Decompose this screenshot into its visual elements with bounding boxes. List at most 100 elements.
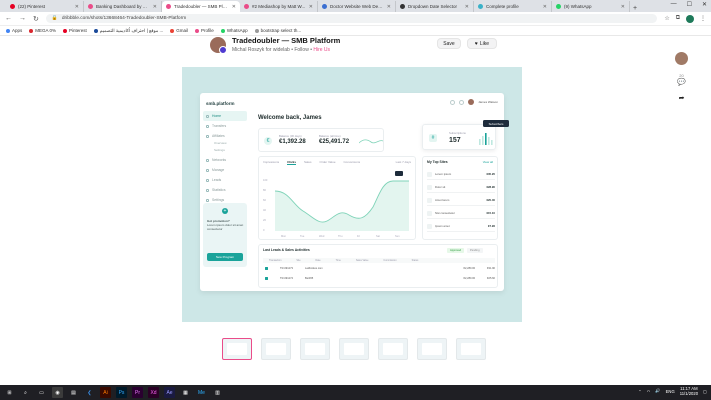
euro-icon: € [264, 137, 272, 145]
site-value: €15.10 [486, 211, 495, 215]
browser-tab[interactable]: Dropdown Date Selector ✕ [396, 1, 474, 12]
notifications-icon[interactable]: ▢ [703, 389, 707, 394]
close-tab-icon[interactable]: ✕ [75, 4, 79, 10]
balance-card: € Balance (30 days) €1,392.28 Balance (a… [258, 128, 384, 152]
search-icon[interactable]: ⌕ [20, 387, 31, 398]
lock-icon: 🔒 [51, 16, 58, 21]
browser-tab[interactable]: #2 Mediashop by Matt W... ✕ [240, 1, 318, 12]
minimize-icon[interactable]: — [671, 1, 677, 8]
comment-icon[interactable]: 💬 [677, 78, 686, 86]
forward-icon[interactable]: → [19, 15, 26, 22]
close-tab-icon[interactable]: ✕ [465, 4, 469, 10]
url-field[interactable]: 🔒 dribbble.com/shots/13668464-Tradedoubl… [45, 14, 658, 23]
save-button[interactable]: Save [437, 38, 461, 49]
bookmark-label: موقع | احتراف أكاديمية التصميم ... [99, 27, 164, 33]
close-tab-icon[interactable]: ✕ [232, 4, 236, 10]
commission-value: €25.60 [487, 276, 495, 280]
bookmark-item[interactable]: bootstrap select th... [254, 28, 301, 33]
bookmark-item[interactable]: Gmail [170, 28, 188, 33]
author-link[interactable]: Michal Roszyk [232, 47, 264, 53]
subscriptions-card: Subscribers # Subscriptions 157 [422, 120, 509, 150]
thumbnail[interactable] [378, 338, 408, 360]
hire-link[interactable]: Hire Us [313, 47, 330, 53]
follow-link[interactable]: Follow [294, 47, 308, 53]
language-indicator[interactable]: ENG [666, 389, 675, 394]
table-header: Time [335, 259, 341, 262]
window-controls: — ☐ ✕ [671, 1, 707, 8]
thumbnail[interactable] [456, 338, 486, 360]
windows-start-icon[interactable]: ⊞ [4, 387, 15, 398]
site-value: €28.90 [486, 185, 495, 189]
tab-title: (22) Pinterest [18, 4, 46, 9]
share-icon[interactable]: ➦ [679, 94, 685, 102]
back-icon[interactable]: ← [5, 15, 12, 22]
thumbnail[interactable] [339, 338, 369, 360]
illustrator-icon[interactable]: Ai [100, 387, 111, 398]
author-avatar[interactable] [210, 36, 227, 54]
app-icon[interactable]: Me [196, 387, 207, 398]
bookmark-icon [6, 28, 10, 33]
browser-tab[interactable]: Doctor Website Web Desig ✕ [318, 1, 396, 12]
star-icon[interactable]: ☆ [664, 15, 669, 22]
file-explorer-icon[interactable]: ▤ [68, 387, 79, 398]
hash-icon: # [429, 134, 437, 142]
after-effects-icon[interactable]: Ae [164, 387, 175, 398]
team-link[interactable]: widelab [273, 47, 290, 53]
bookmark-item[interactable]: موقع | احتراف أكاديمية التصميم ... [93, 27, 164, 34]
bookmark-item[interactable]: Apps [6, 28, 22, 33]
tab-favicon [556, 4, 561, 9]
nav-label: Leads [212, 178, 222, 182]
shot-header: Tradedoubler — SMB Platform Michal Roszy… [210, 36, 340, 54]
volume-icon[interactable]: 🔊 [655, 388, 660, 394]
thumbnail[interactable] [417, 338, 447, 360]
task-view-icon[interactable]: ▭ [36, 387, 47, 398]
windows-taskbar: ⊞ ⌕ ▭ ◉ ▤ ❮ Ai Ps Pr Xd Ae ▦ Me ▥ ⌃ ◠ 🔊 … [0, 385, 711, 400]
close-tab-icon[interactable]: ✕ [543, 4, 547, 10]
reload-icon[interactable]: ↻ [33, 15, 39, 23]
browser-tab[interactable]: Complete profile ✕ [474, 1, 552, 12]
bookmark-item[interactable]: Pinterest [63, 28, 87, 33]
bookmark-icon [93, 28, 98, 33]
dashboard-nav-item: Home [203, 111, 247, 121]
wifi-icon[interactable]: ◠ [647, 389, 651, 394]
close-icon[interactable]: ✕ [702, 1, 707, 8]
bookmark-item[interactable]: Profile [195, 28, 214, 33]
thumbnail[interactable] [222, 338, 252, 360]
y-tick-label: 20 [263, 218, 266, 222]
close-tab-icon[interactable]: ✕ [621, 4, 625, 10]
close-tab-icon[interactable]: ✕ [309, 4, 313, 10]
profile-avatar[interactable] [686, 14, 694, 23]
close-tab-icon[interactable]: ✕ [387, 4, 391, 10]
thumbnail[interactable] [300, 338, 330, 360]
bookmark-icon [170, 28, 175, 33]
app-icon[interactable]: ▦ [180, 387, 191, 398]
chrome-icon[interactable]: ◉ [52, 387, 63, 398]
menu-icon[interactable]: ⋮ [700, 15, 706, 22]
thumbnail[interactable] [261, 338, 291, 360]
bookmark-item[interactable]: WhatsApp [220, 28, 248, 33]
like-button[interactable]: ♥ Like [467, 38, 497, 49]
row-checkbox [265, 266, 268, 270]
photoshop-icon[interactable]: Ps [116, 387, 127, 398]
app-icon[interactable]: ▥ [212, 387, 223, 398]
browser-tab[interactable]: (9) WhatsApp ✕ [552, 1, 630, 12]
browser-tab[interactable]: (22) Pinterest ✕ [6, 1, 84, 12]
clock[interactable]: 11:17 AM 11/1/2020 [680, 386, 698, 396]
bookmark-item[interactable]: MEGA 0% [29, 28, 56, 33]
sales-value: €2,280.00 [463, 276, 476, 280]
site-name: Amet lorem [435, 198, 450, 202]
new-tab-button[interactable]: + [630, 5, 640, 12]
maximize-icon[interactable]: ☐ [687, 1, 692, 8]
dashboard-nav-item: Leads [200, 175, 250, 185]
premiere-icon[interactable]: Pr [132, 387, 143, 398]
designer-avatar[interactable] [675, 52, 688, 65]
tab-favicon [478, 4, 483, 9]
close-tab-icon[interactable]: ✕ [153, 4, 157, 10]
xd-icon[interactable]: Xd [148, 387, 159, 398]
balance1-value: €1,392.28 [279, 139, 306, 145]
vscode-icon[interactable]: ❮ [84, 387, 95, 398]
browser-tab[interactable]: Banking Dashboard by Afro ✕ [84, 1, 162, 12]
browser-tab[interactable]: Tradedoubler — SMB Platfo ✕ [162, 1, 240, 12]
up-arrow-icon[interactable]: ⌃ [638, 389, 642, 394]
extensions-icon[interactable]: ⧉ [676, 15, 680, 22]
